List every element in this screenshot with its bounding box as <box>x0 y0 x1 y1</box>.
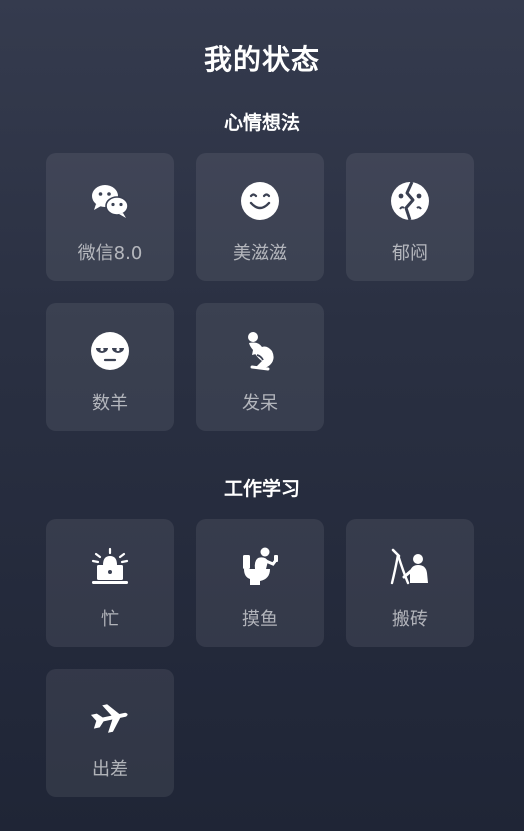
status-tile-counting-sheep[interactable]: 数羊 <box>46 303 174 431</box>
status-label: 搬砖 <box>392 609 428 630</box>
status-label: 发呆 <box>242 393 278 414</box>
status-tile-business-trip[interactable]: 出差 <box>46 669 174 797</box>
mood-status-grid: 微信8.0 美滋滋 郁闷 数羊 发呆 <box>46 153 476 431</box>
status-tile-depressed[interactable]: 郁闷 <box>346 153 474 281</box>
status-tile-wechat[interactable]: 微信8.0 <box>46 153 174 281</box>
status-label: 郁闷 <box>392 243 428 264</box>
status-tile-happy[interactable]: 美滋滋 <box>196 153 324 281</box>
section-title-mood: 心情想法 <box>223 112 300 134</box>
status-label: 数羊 <box>92 393 128 414</box>
status-tile-slacking[interactable]: 摸鱼 <box>196 519 324 647</box>
status-tile-daze[interactable]: 发呆 <box>196 303 324 431</box>
sleepy-face-icon <box>90 331 130 371</box>
wechat-icon <box>90 181 130 221</box>
status-label: 微信8.0 <box>77 243 143 264</box>
alarm-laptop-icon <box>90 547 130 587</box>
toilet-phone-icon <box>240 547 280 587</box>
worker-icon <box>390 547 430 587</box>
status-label: 忙 <box>101 609 119 630</box>
thinker-icon <box>240 331 280 371</box>
page-title: 我的状态 <box>203 43 320 76</box>
airplane-icon <box>90 697 130 737</box>
status-label: 摸鱼 <box>242 609 278 630</box>
work-status-grid: 忙 摸鱼 搬砖 出差 <box>46 519 476 797</box>
status-tile-grinding[interactable]: 搬砖 <box>346 519 474 647</box>
status-label: 出差 <box>92 759 128 780</box>
smile-icon <box>240 181 280 221</box>
status-tile-busy[interactable]: 忙 <box>46 519 174 647</box>
status-label: 美滋滋 <box>233 243 287 264</box>
broken-face-icon <box>390 181 430 221</box>
section-title-work: 工作学习 <box>223 478 300 500</box>
